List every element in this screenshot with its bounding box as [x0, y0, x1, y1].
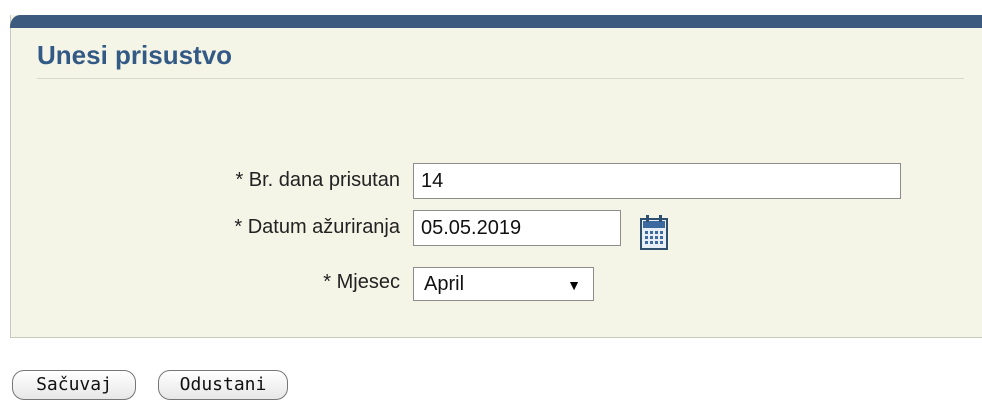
cancel-button[interactable]: Odustani — [158, 370, 288, 400]
panel-header-bar — [10, 15, 982, 28]
month-select[interactable]: April ▼ — [413, 267, 594, 301]
days-present-label: * Br. dana prisutan — [235, 169, 400, 191]
calendar-icon-ring-right — [659, 215, 662, 222]
save-button[interactable]: Sačuvaj — [12, 370, 136, 400]
calendar-icon-header — [643, 221, 665, 228]
calendar-icon[interactable] — [640, 215, 668, 250]
month-row: * Mjesec April ▼ — [0, 265, 982, 301]
actions-divider — [10, 337, 982, 338]
attendance-page: Unesi prisustvo * Br. dana prisutan * Da… — [0, 0, 982, 418]
update-date-row: * Datum ažuriranja — [0, 210, 982, 250]
page-title: Unesi prisustvo — [37, 40, 233, 70]
update-date-input[interactable] — [413, 210, 621, 246]
month-label: * Mjesec — [323, 271, 400, 293]
title-divider — [37, 78, 964, 79]
calendar-icon-ring-left — [646, 215, 649, 222]
calendar-icon-grid — [645, 231, 663, 245]
update-date-label: * Datum ažuriranja — [234, 216, 400, 238]
days-present-input[interactable] — [413, 163, 901, 199]
caret-down-icon: ▼ — [567, 277, 581, 293]
days-present-row: * Br. dana prisutan — [0, 163, 982, 199]
month-select-value: April — [424, 273, 465, 295]
